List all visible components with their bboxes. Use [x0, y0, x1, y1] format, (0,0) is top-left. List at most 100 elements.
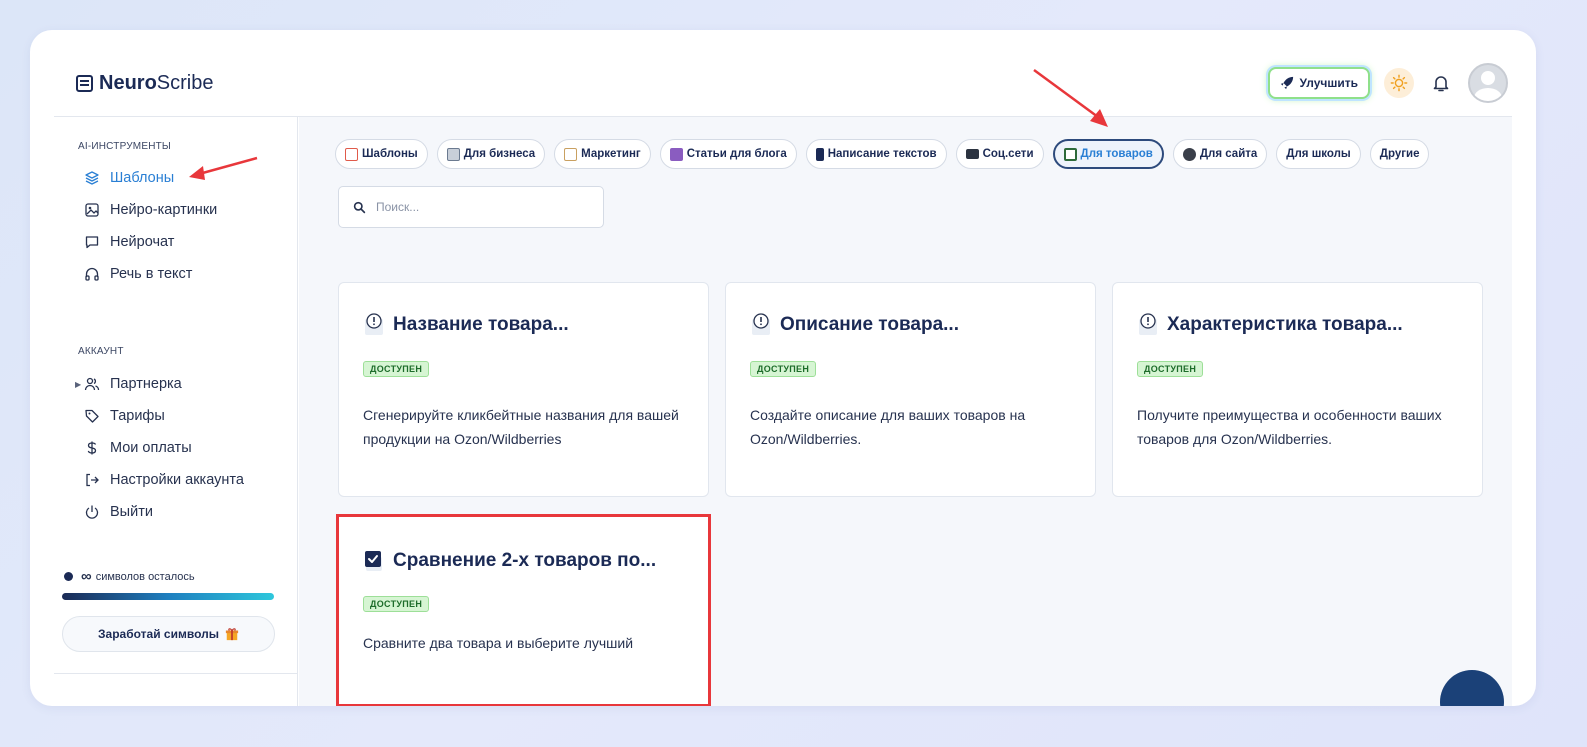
users-icon: [84, 377, 100, 391]
earn-symbols-button[interactable]: Заработай символы: [62, 616, 275, 652]
gift-icon: [225, 628, 239, 641]
app-window: NeuroScribe Улучшить AI-ИНСТРУМЕНТЫ Шабл…: [30, 30, 1536, 706]
bell-icon: [1433, 76, 1449, 92]
warning-note-icon: [365, 313, 383, 335]
sidebar-item-label: Речь в текст: [110, 266, 193, 282]
status-badge: ДОСТУПЕН: [750, 361, 817, 377]
sun-icon: [1390, 74, 1408, 92]
sidebar-item-speech-to-text[interactable]: Речь в текст: [84, 266, 192, 282]
headphones-icon: [85, 267, 99, 281]
sidebar-item-account-settings[interactable]: Настройки аккаунта: [84, 472, 244, 488]
checkbox-icon: [365, 551, 382, 571]
sidebar-item-tariffs[interactable]: Тарифы: [84, 408, 165, 424]
sidebar-item-label: Партнерка: [110, 376, 182, 392]
tab-label: Для школы: [1286, 148, 1351, 160]
card-header: Характеристика товара...: [1137, 313, 1403, 337]
tab-other[interactable]: Другие: [1369, 139, 1430, 169]
sidebar-item-neuro-images[interactable]: Нейро-картинки: [84, 202, 217, 218]
ledger-green-icon: [1063, 147, 1077, 161]
tab-label: Статьи для блога: [686, 148, 787, 160]
tab-products[interactable]: Для товаров: [1052, 139, 1164, 169]
card-title: Характеристика товара...: [1167, 314, 1403, 335]
status-badge: ДОСТУПЕН: [363, 596, 430, 612]
warning-note-icon: [1139, 313, 1157, 335]
card-header: Сравнение 2-х товаров по...: [363, 549, 656, 573]
template-card-product-characteristics[interactable]: Характеристика товара... ДОСТУПЕН Получи…: [1112, 282, 1483, 497]
card-header: Название товара...: [363, 313, 569, 337]
sidebar-item-payments[interactable]: Мои оплаты: [84, 440, 192, 456]
sidebar-item-label: Тарифы: [110, 408, 165, 424]
logo-icon: [76, 75, 93, 92]
header-actions: Улучшить: [1267, 63, 1508, 103]
notifications-button[interactable]: [1428, 70, 1454, 96]
sidebar-item-label: Настройки аккаунта: [110, 472, 244, 488]
theme-toggle-button[interactable]: [1384, 68, 1414, 98]
tab-label: Для сайта: [1199, 148, 1258, 160]
card-description: Сгенерируйте кликбейтные названия для ва…: [363, 407, 679, 447]
top-bar: NeuroScribe Улучшить: [54, 30, 1512, 117]
tab-label: Маркетинг: [581, 148, 641, 160]
symbols-count: ∞: [81, 568, 92, 585]
card-header: Описание товара...: [750, 313, 959, 337]
status-dot: [64, 572, 73, 581]
sidebar-item-logout[interactable]: Выйти: [84, 504, 153, 520]
earn-symbols-label: Заработай символы: [98, 627, 219, 641]
login-icon: [86, 473, 99, 487]
tab-social[interactable]: Соц.сети: [955, 139, 1044, 169]
user-avatar[interactable]: [1468, 63, 1508, 103]
tab-blog-articles[interactable]: Статьи для блога: [659, 139, 797, 169]
tab-label: Шаблоны: [362, 148, 418, 160]
category-tabs: Шаблоны Для бизнеса Маркетинг Статьи для…: [335, 139, 1487, 169]
symbols-text: символов осталось: [95, 570, 195, 583]
card-description: Получите преимущества и особенности ваши…: [1137, 407, 1442, 447]
card-description: Создайте описание для ваших товаров на O…: [750, 407, 1026, 447]
app-logo[interactable]: NeuroScribe: [76, 72, 214, 95]
tab-business[interactable]: Для бизнеса: [436, 139, 546, 169]
sidebar-section-account-title: АККАУНТ: [78, 346, 124, 357]
card-title: Сравнение 2-х товаров по...: [393, 550, 657, 571]
tab-text-writing[interactable]: Написание текстов: [805, 139, 947, 169]
checklist-icon: [345, 147, 358, 161]
tab-label: Соц.сети: [982, 148, 1034, 160]
symbols-progress-bar: [62, 593, 274, 600]
sidebar-item-neurochat[interactable]: Нейрочат: [84, 234, 174, 250]
sidebar-item-partner[interactable]: ▶ Партнерка: [75, 376, 182, 392]
sidebar-section-tools-title: AI-ИНСТРУМЕНТЫ: [78, 141, 171, 152]
template-card-product-description[interactable]: Описание товара... ДОСТУПЕН Создайте опи…: [725, 282, 1096, 497]
power-icon: [85, 505, 99, 519]
tag-icon: [85, 409, 99, 423]
image-icon: [85, 203, 99, 217]
template-card-product-comparison[interactable]: Сравнение 2-х товаров по... ДОСТУПЕН Сра…: [336, 514, 711, 706]
laptop-icon: [965, 149, 979, 159]
sidebar-item-templates[interactable]: Шаблоны: [84, 170, 174, 186]
sidebar-divider: [54, 673, 297, 674]
dollar-icon: [87, 441, 97, 455]
status-badge: ДОСТУПЕН: [1137, 361, 1204, 377]
sidebar-item-label: Нейрочат: [110, 234, 175, 250]
logo-text-rest: Scribe: [156, 72, 214, 94]
sidebar: AI-ИНСТРУМЕНТЫ Шаблоны Нейро-картинки Не…: [54, 117, 298, 706]
tab-templates[interactable]: Шаблоны: [335, 139, 428, 169]
template-card-product-name[interactable]: Название товара... ДОСТУПЕН Сгенерируйте…: [338, 282, 709, 497]
mask-icon: [1182, 147, 1196, 161]
search-input[interactable]: [376, 200, 576, 214]
caret-right-icon: ▶: [75, 380, 82, 389]
ledger-icon: [446, 147, 460, 161]
tab-label: Для товаров: [1080, 148, 1153, 160]
rocket-icon: [1280, 76, 1293, 90]
chat-icon: [85, 236, 99, 249]
sidebar-item-label: Нейро-картинки: [110, 202, 218, 218]
chat-fab-button[interactable]: [1440, 670, 1504, 706]
tab-marketing[interactable]: Маркетинг: [554, 139, 651, 169]
tab-website[interactable]: Для сайта: [1172, 139, 1268, 169]
tab-school[interactable]: Для школы: [1276, 139, 1361, 169]
phone-icon: [815, 147, 824, 161]
status-badge: ДОСТУПЕН: [363, 361, 430, 377]
card-title: Название товара...: [393, 314, 569, 335]
upgrade-button[interactable]: Улучшить: [1267, 67, 1370, 99]
layers-icon: [85, 171, 99, 185]
main-content: Шаблоны Для бизнеса Маркетинг Статьи для…: [299, 117, 1512, 706]
sidebar-item-label: Выйти: [110, 504, 153, 520]
memo-icon: [564, 147, 578, 161]
card-title: Описание товара...: [780, 314, 959, 335]
